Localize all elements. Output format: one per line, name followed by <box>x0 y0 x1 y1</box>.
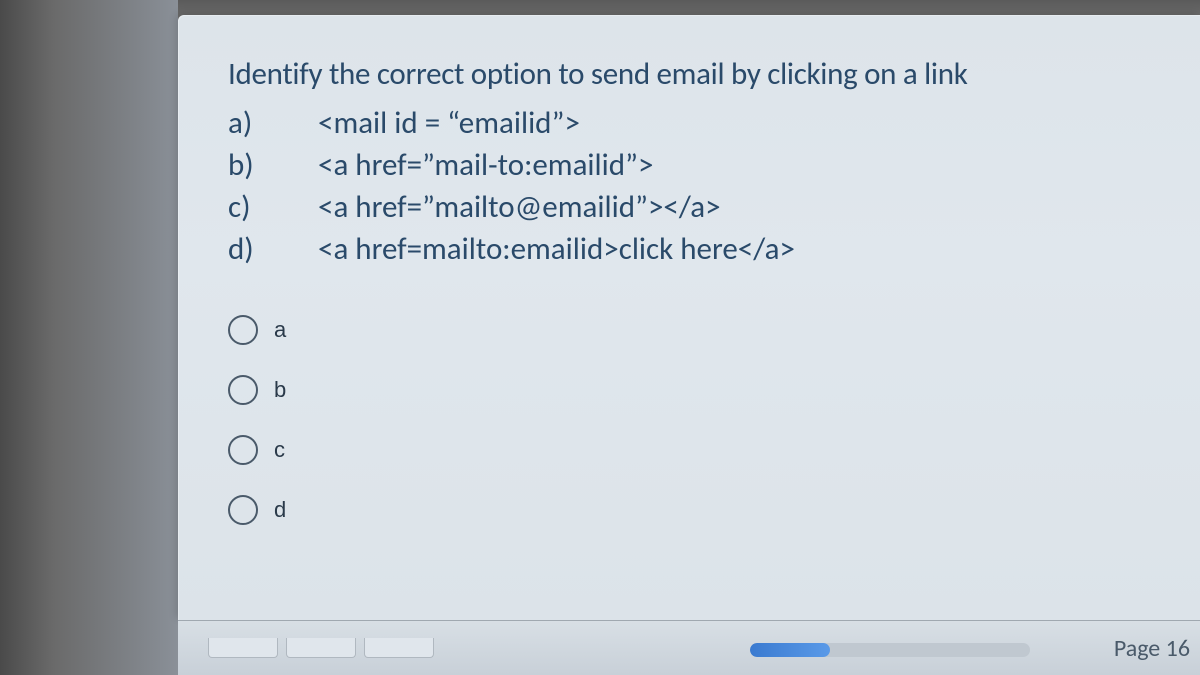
option-letter: d) <box>228 229 318 271</box>
radio-icon <box>228 375 258 405</box>
option-c-line: c) <a href=”mailto@emailid”></a> <box>228 187 1170 229</box>
option-d-line: d) <a href=mailto:emailid>click here</a> <box>228 229 1170 271</box>
progress-fill <box>750 643 830 657</box>
radio-label: c <box>274 437 285 463</box>
option-text: <a href=mailto:emailid>click here</a> <box>318 229 1170 271</box>
tab-stub[interactable] <box>286 638 356 658</box>
question-title: Identify the correct option to send emai… <box>228 55 1170 93</box>
bottom-bar: Page 16 <box>178 620 1200 675</box>
radio-label: d <box>274 497 286 523</box>
tab-stub[interactable] <box>208 638 278 658</box>
bottom-tabs <box>208 638 434 658</box>
page-number: Page 16 <box>1114 634 1190 663</box>
radio-option-b[interactable]: b <box>228 375 1170 405</box>
option-a-line: a) <mail id = “emailid”> <box>228 103 1170 145</box>
progress-track[interactable] <box>750 643 1030 657</box>
option-letter: c) <box>228 187 318 229</box>
tab-stub[interactable] <box>364 638 434 658</box>
option-text: <a href=”mail-to:emailid”> <box>318 145 1170 187</box>
radio-option-a[interactable]: a <box>228 315 1170 345</box>
answer-radio-group: a b c d <box>228 315 1170 525</box>
quiz-page: Identify the correct option to send emai… <box>178 15 1200 620</box>
screen-left-bezel <box>0 0 178 675</box>
radio-label: a <box>274 317 286 343</box>
radio-option-c[interactable]: c <box>228 435 1170 465</box>
option-b-line: b) <a href=”mail-to:emailid”> <box>228 145 1170 187</box>
radio-icon <box>228 495 258 525</box>
option-text: <mail id = “emailid”> <box>318 103 1170 145</box>
option-letter: a) <box>228 103 318 145</box>
radio-label: b <box>274 377 286 403</box>
radio-icon <box>228 435 258 465</box>
radio-option-d[interactable]: d <box>228 495 1170 525</box>
option-letter: b) <box>228 145 318 187</box>
option-text: <a href=”mailto@emailid”></a> <box>318 187 1170 229</box>
radio-icon <box>228 315 258 345</box>
